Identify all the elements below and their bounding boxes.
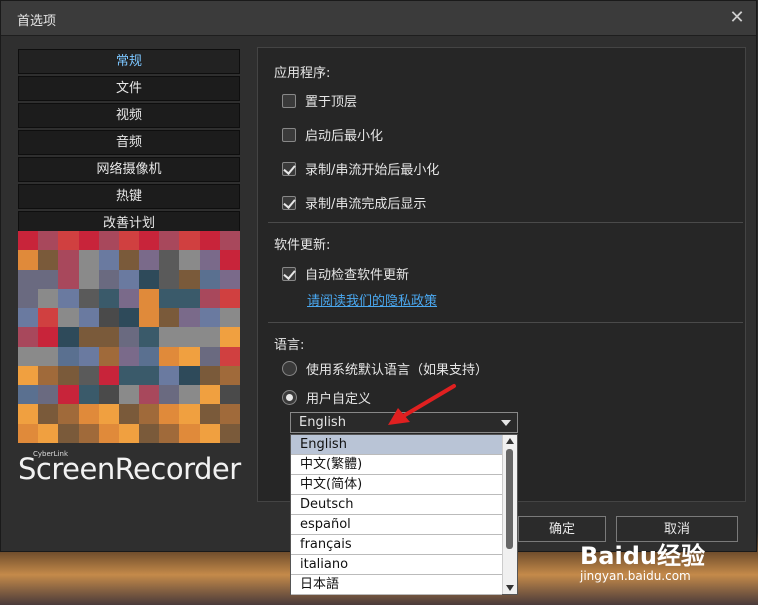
scroll-down-icon[interactable]: [506, 585, 514, 591]
nav-item-audio[interactable]: 音频: [18, 130, 240, 155]
language-section-title: 语言:: [274, 338, 305, 353]
privacy-policy-link[interactable]: 请阅读我们的隐私政策: [307, 290, 437, 309]
checkbox-minimize-on-start[interactable]: [282, 127, 296, 142]
close-icon[interactable]: ✕: [726, 7, 748, 29]
window-title: 首选项: [17, 14, 57, 29]
section-divider: [268, 222, 743, 223]
checkbox-always-on-top[interactable]: [282, 93, 296, 108]
option-system-language[interactable]: 使用系统默认语言（如果支持）: [282, 359, 488, 378]
update-section-title: 软件更新:: [274, 238, 331, 253]
chevron-down-icon[interactable]: [501, 420, 511, 426]
radio-user-language[interactable]: [282, 390, 297, 405]
pixelated-image: [18, 231, 240, 443]
language-select-value: English: [299, 415, 346, 430]
app-section-title: 应用程序:: [274, 66, 331, 81]
language-option-de[interactable]: Deutsch: [291, 495, 502, 515]
radio-system-language[interactable]: [282, 361, 297, 376]
checkbox-auto-check-update[interactable]: [282, 266, 296, 281]
watermark-logo: Baidu经验: [580, 542, 705, 570]
nav-item-file[interactable]: 文件: [18, 76, 240, 101]
checkbox-minimize-on-record[interactable]: [282, 161, 296, 176]
option-label: 启动后最小化: [305, 129, 384, 144]
language-option-zh-tw[interactable]: 中文(繁體): [291, 455, 502, 475]
language-option-english[interactable]: English: [291, 435, 502, 455]
language-option-es[interactable]: español: [291, 515, 502, 535]
dropdown-scrollbar[interactable]: [502, 435, 517, 594]
preview-thumbnail: [18, 231, 240, 443]
option-show-on-complete[interactable]: 录制/串流完成后显示: [282, 193, 426, 212]
option-label: 录制/串流完成后显示: [305, 197, 427, 212]
option-minimize-on-start[interactable]: 启动后最小化: [282, 125, 383, 144]
option-auto-check-update[interactable]: 自动检查软件更新: [282, 264, 409, 283]
option-minimize-on-record[interactable]: 录制/串流开始后最小化: [282, 159, 439, 178]
nav-item-hotkeys[interactable]: 热键: [18, 184, 240, 209]
red-arrow-annotation-icon: [388, 384, 456, 425]
option-label: 录制/串流开始后最小化: [305, 163, 440, 178]
title-bar: 首选项 ✕: [1, 1, 756, 36]
option-label: 置于顶层: [305, 95, 358, 110]
category-nav: 常规 文件 视频 音频 网络摄像机 热键 改善计划: [18, 49, 240, 238]
checkbox-show-on-complete[interactable]: [282, 195, 296, 210]
option-label: 使用系统默认语言（如果支持）: [306, 363, 489, 378]
baidu-watermark: Baidu经验 jingyan.baidu.com: [580, 536, 705, 583]
language-option-zh-cn[interactable]: 中文(简体): [291, 475, 502, 495]
scroll-up-icon[interactable]: [506, 438, 514, 444]
option-user-language[interactable]: 用户自定义: [282, 388, 371, 407]
nav-item-webcam[interactable]: 网络摄像机: [18, 157, 240, 182]
arrow-head: [388, 408, 410, 425]
nav-item-video[interactable]: 视频: [18, 103, 240, 128]
brand-name: ScreenRecorder: [18, 452, 241, 486]
language-dropdown-list: English 中文(繁體) 中文(简体) Deutsch español fr…: [290, 434, 518, 595]
arrow-shaft: [398, 384, 456, 420]
scroll-thumb[interactable]: [506, 449, 513, 549]
language-option-it[interactable]: italiano: [291, 555, 502, 575]
section-divider: [268, 322, 743, 323]
watermark-url: jingyan.baidu.com: [580, 569, 691, 583]
product-logo: CyberLink ScreenRecorder: [18, 447, 248, 491]
nav-item-general[interactable]: 常规: [18, 49, 240, 74]
option-label: 自动检查软件更新: [305, 268, 410, 283]
option-always-on-top[interactable]: 置于顶层: [282, 91, 357, 110]
language-option-fr[interactable]: français: [291, 535, 502, 555]
option-label: 用户自定义: [306, 392, 372, 407]
language-option-ja[interactable]: 日本語: [291, 575, 502, 595]
